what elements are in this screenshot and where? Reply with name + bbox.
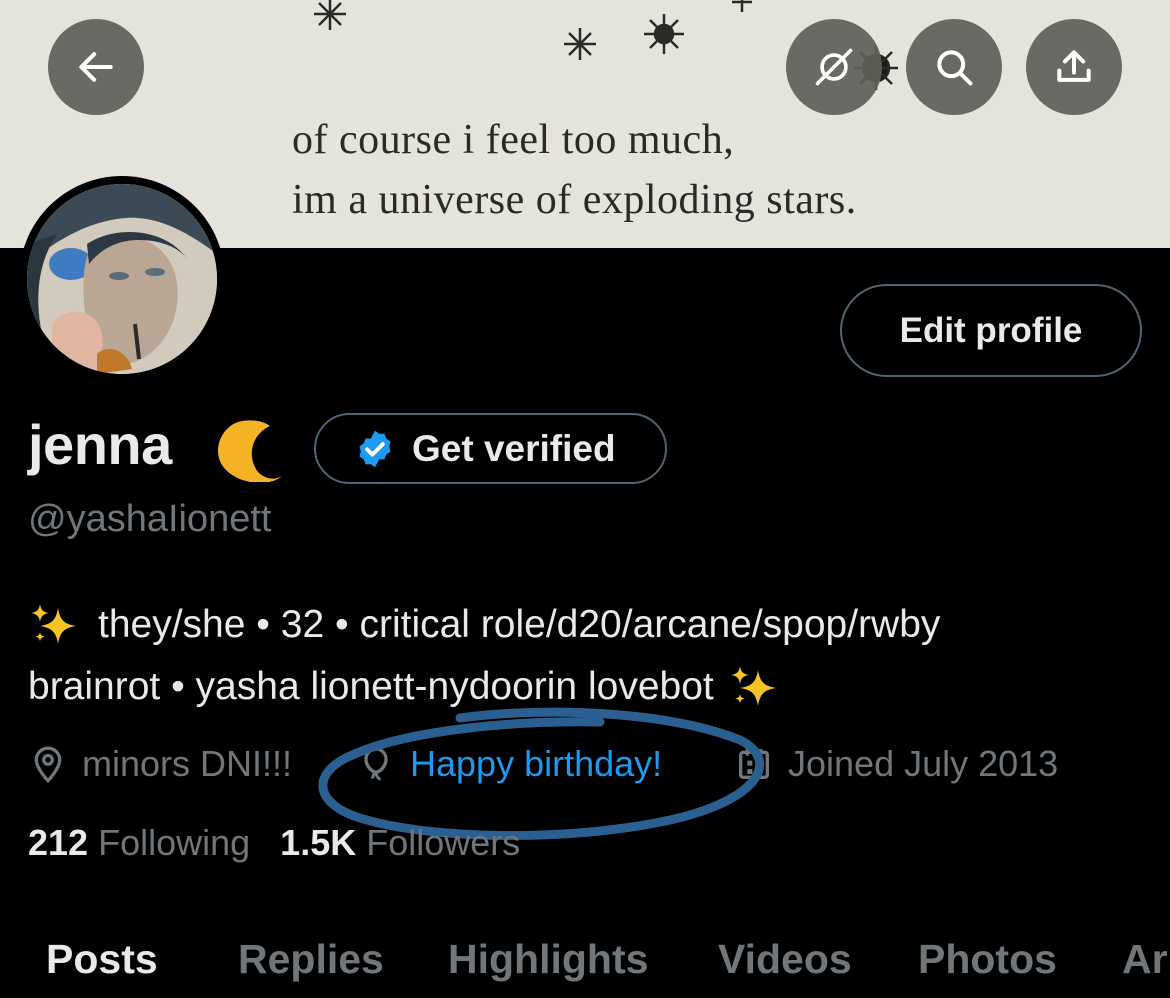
tab-articles[interactable]: Ar <box>1122 936 1168 983</box>
search-button[interactable] <box>906 19 1002 115</box>
following-link[interactable]: 212 Following <box>28 822 250 864</box>
bio-line-1: they/she • 32 • critical role/d20/arcane… <box>98 603 941 646</box>
eye-slash-icon <box>815 48 853 86</box>
tab-replies[interactable]: Replies <box>238 936 384 983</box>
profile-avatar[interactable] <box>19 176 225 382</box>
get-verified-label: Get verified <box>412 427 616 469</box>
banner-quote-line-2: im a universe of exploding stars. <box>292 177 857 223</box>
follow-counts: 212 Following 1.5K Followers <box>28 822 550 864</box>
display-name: jenna <box>28 413 172 476</box>
followers-count: 1.5K <box>280 822 357 863</box>
tab-photos[interactable]: Photos <box>918 936 1057 983</box>
crescent-moon-emoji <box>218 420 282 482</box>
joined-text: Joined July 2013 <box>788 743 1059 784</box>
tab-highlights[interactable]: Highlights <box>448 936 648 983</box>
sparkles-emoji <box>31 604 76 644</box>
edit-profile-button[interactable]: Edit profile <box>840 284 1142 377</box>
followers-label: Followers <box>366 822 521 863</box>
joined-item: Joined July 2013 <box>734 738 1058 790</box>
profile-tabs: Posts Replies Highlights Videos Photos A… <box>0 926 1170 998</box>
birthday-text[interactable]: Happy birthday! <box>410 743 662 785</box>
hide-profile-button[interactable] <box>786 19 882 115</box>
followers-link[interactable]: 1.5K Followers <box>280 822 520 864</box>
following-count: 212 <box>28 822 89 863</box>
sparkles-emoji <box>730 666 776 706</box>
search-icon <box>937 50 973 86</box>
get-verified-button[interactable]: Get verified <box>314 413 667 484</box>
balloon-icon <box>364 747 388 781</box>
back-button[interactable] <box>48 19 144 115</box>
share-button[interactable] <box>1026 19 1122 115</box>
profile-meta: minors DNI!!! Happy birthday! Joined Jul… <box>28 738 1148 790</box>
verified-badge-icon <box>359 430 391 467</box>
profile-bio: they/she • 32 • critical role/d20/arcane… <box>28 594 1138 718</box>
user-handle: @yashaIionett <box>28 498 272 540</box>
calendar-icon <box>739 749 769 779</box>
location-item: minors DNI!!! <box>28 738 292 790</box>
avatar-illustration <box>27 184 217 374</box>
share-upload-icon <box>1057 50 1091 82</box>
tab-videos[interactable]: Videos <box>718 936 852 983</box>
location-text: minors DNI!!! <box>82 743 293 784</box>
bio-line-2: brainrot • yasha lionett-nydoorin lovebo… <box>28 665 714 708</box>
tab-posts[interactable]: Posts <box>46 936 158 983</box>
arrow-left-icon <box>79 52 113 82</box>
banner-quote-line-1: of course i feel too much, <box>292 117 735 163</box>
birthday-item[interactable]: Happy birthday! <box>356 738 662 790</box>
location-pin-icon <box>34 746 62 784</box>
banner-quote: of course i feel too much, im a universe… <box>292 110 857 230</box>
following-label: Following <box>98 822 251 863</box>
